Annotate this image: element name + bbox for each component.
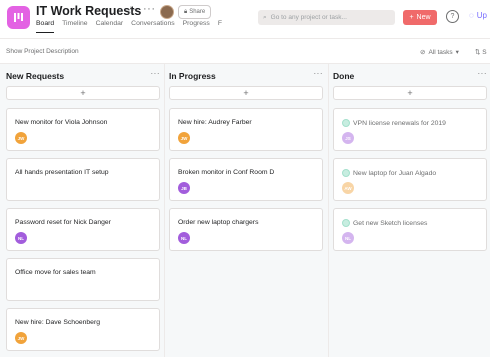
task-card[interactable]: Order new laptop chargers NL [169, 208, 323, 251]
task-card[interactable]: New laptop for Juan Algado AW [333, 158, 487, 201]
plus-icon: + [409, 14, 414, 21]
task-card[interactable]: New monitor for Viola Johnson JW [6, 108, 160, 151]
search-placeholder: Go to any project or task... [270, 14, 347, 21]
column-in-progress: In Progress ··· + New hire: Audrey Farbe… [169, 64, 323, 258]
top-bar: IT Work Requests ☆ ··· 🔒︎ Share Board Ti… [0, 0, 490, 38]
column-header: Done ··· [333, 64, 487, 86]
assignee-avatar[interactable]: JW [15, 132, 27, 144]
project-more-icon[interactable]: ··· [143, 3, 156, 15]
column-header: In Progress ··· [169, 64, 323, 86]
check-circle-icon: ⊘ [420, 49, 426, 56]
column-more-icon[interactable]: ··· [151, 69, 161, 78]
task-name: New hire: Dave Schoenberg [15, 319, 101, 326]
share-label: Share [189, 9, 206, 15]
task-name: Get new Sketch licenses [353, 219, 428, 227]
tab-conversations[interactable]: Conversations [131, 20, 174, 33]
assignee-avatar[interactable]: AW [342, 182, 354, 194]
column-header: New Requests ··· [6, 64, 160, 86]
task-card[interactable]: Password reset for Nick Danger NL [6, 208, 160, 251]
upgrade-icon: ◌ [469, 11, 474, 20]
task-card[interactable]: VPN license renewals for 2019 JS [333, 108, 487, 151]
add-task-button[interactable]: + [169, 86, 323, 100]
board-icon [14, 13, 23, 22]
task-name: VPN license renewals for 2019 [353, 119, 446, 127]
tab-files[interactable]: F [218, 20, 222, 33]
task-card[interactable]: New hire: Audrey Farber JW [169, 108, 323, 151]
task-name-row: Get new Sketch licenses [342, 219, 427, 227]
completed-check-icon[interactable] [342, 119, 350, 127]
task-card[interactable]: New hire: Dave Schoenberg JW [6, 308, 160, 351]
show-description-link[interactable]: Show Project Description [6, 48, 79, 55]
help-icon[interactable]: ? [446, 10, 459, 23]
task-name: All hands presentation IT setup [15, 169, 109, 176]
all-tasks-label: All tasks [428, 48, 453, 56]
task-name: Order new laptop chargers [178, 219, 259, 226]
task-card[interactable]: Office move for sales team [6, 258, 160, 301]
column-more-icon[interactable]: ··· [478, 69, 488, 78]
assignee-avatar[interactable]: JS [342, 132, 354, 144]
completed-check-icon[interactable] [342, 219, 350, 227]
column-more-icon[interactable]: ··· [314, 69, 324, 78]
tab-timeline[interactable]: Timeline [62, 20, 87, 33]
task-card[interactable]: All hands presentation IT setup [6, 158, 160, 201]
column-done: Done ··· + VPN license renewals for 2019… [333, 64, 487, 258]
task-name-row: New laptop for Juan Algado [342, 169, 436, 177]
task-card[interactable]: Get new Sketch licenses NL [333, 208, 487, 251]
sort-label: S [482, 49, 487, 56]
all-tasks-filter[interactable]: ⊘ All tasks ▾ [420, 48, 459, 57]
column-title: Done [333, 71, 355, 81]
sort-icon: ⇅ [475, 49, 481, 56]
task-name: New monitor for Viola Johnson [15, 119, 108, 126]
task-name: Broken monitor in Conf Room D [178, 169, 275, 176]
project-icon [7, 6, 30, 29]
column-title: In Progress [169, 71, 216, 81]
task-card[interactable]: Broken monitor in Conf Room D JB [169, 158, 323, 201]
task-name: New laptop for Juan Algado [353, 169, 437, 177]
assignee-avatar[interactable]: JB [178, 182, 190, 194]
user-avatar[interactable] [160, 5, 174, 19]
sort-button[interactable]: ⇅ S [475, 48, 487, 56]
task-name-row: VPN license renewals for 2019 [342, 119, 446, 127]
column-new-requests: New Requests ··· + New monitor for Viola… [6, 64, 160, 357]
column-divider [328, 64, 329, 357]
star-icon[interactable]: ☆ [126, 4, 136, 17]
completed-check-icon[interactable] [342, 169, 350, 177]
chevron-down-icon: ▾ [455, 49, 459, 56]
assignee-avatar[interactable]: JW [178, 132, 190, 144]
upgrade-label: Up [476, 11, 487, 20]
assignee-avatar[interactable]: NL [342, 232, 354, 244]
task-name: New hire: Audrey Farber [178, 119, 252, 126]
tab-progress[interactable]: Progress [183, 20, 210, 33]
upgrade-button[interactable]: ◌ Up [469, 11, 487, 20]
add-task-button[interactable]: + [333, 86, 487, 100]
add-task-button[interactable]: + [6, 86, 160, 100]
assignee-avatar[interactable]: JW [15, 332, 27, 344]
tab-calendar[interactable]: Calendar [96, 20, 124, 33]
share-button[interactable]: 🔒︎ Share [178, 5, 212, 19]
assignee-avatar[interactable]: NL [178, 232, 190, 244]
assignee-avatar[interactable]: NL [15, 232, 27, 244]
search-input[interactable]: ⌕ Go to any project or task... [258, 10, 395, 25]
task-name: Office move for sales team [15, 269, 96, 276]
new-label: New [416, 14, 431, 21]
tab-board[interactable]: Board [36, 20, 55, 33]
column-title: New Requests [6, 71, 65, 81]
task-name: Password reset for Nick Danger [15, 219, 111, 226]
project-tabs: Board Timeline Calendar Conversations Pr… [36, 20, 230, 33]
lock-icon: 🔒︎ [184, 8, 188, 15]
new-button[interactable]: + New [403, 10, 437, 25]
search-icon: ⌕ [263, 13, 267, 21]
column-divider [164, 64, 165, 357]
board-toolbar: Show Project Description ⊘ All tasks ▾ ⇅… [0, 38, 490, 64]
